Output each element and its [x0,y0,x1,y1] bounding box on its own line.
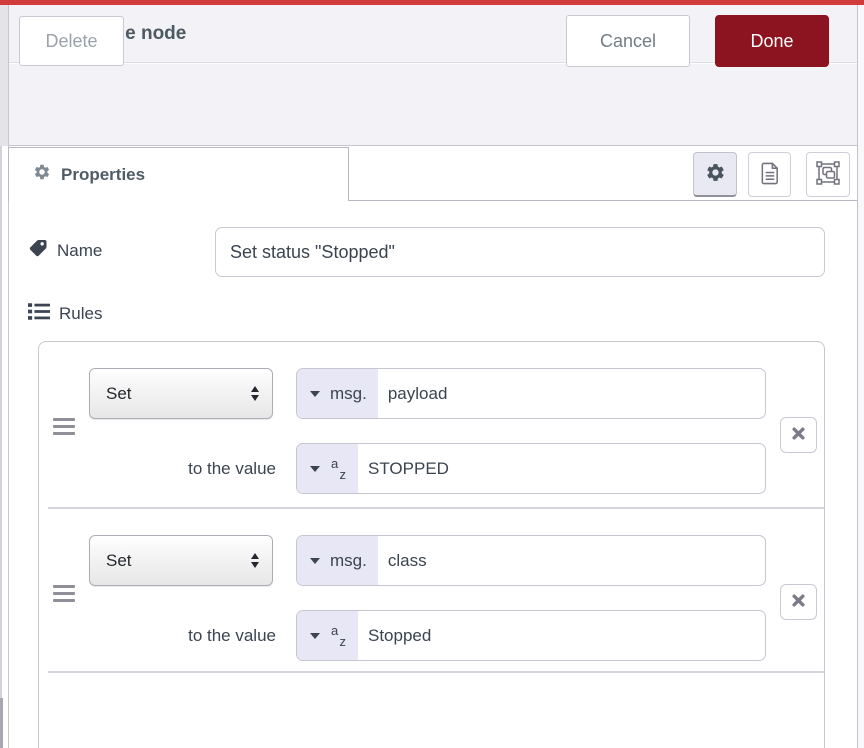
rules-label-text: Rules [59,304,102,324]
left-edge-strip [0,5,8,146]
value-typed-input: az [296,610,766,661]
property-typed-input: msg. [296,535,766,586]
property-prefix-label: msg. [330,551,367,571]
done-button[interactable]: Done [715,15,829,67]
rules-section-label: Rules [28,302,102,326]
workspace-edge-line [0,146,2,748]
property-input[interactable] [378,536,765,585]
property-prefix-label: msg. [330,384,367,404]
close-icon [792,594,805,610]
rule-action-select[interactable]: Set [89,368,273,419]
delete-button[interactable]: Delete [19,16,124,66]
edit-change-node-dialog: Edit change node Delete Cancel Done Prop… [0,0,864,748]
property-type-button[interactable]: msg. [297,536,378,585]
string-type-icon: az [330,455,347,483]
chevron-down-icon [310,466,320,472]
to-the-value-label: to the value [96,443,276,494]
select-arrows-icon [251,549,259,572]
rule-row: Set msg. to the value az [39,509,824,673]
property-type-button[interactable]: msg. [297,369,378,418]
rules-list: Set msg. to the value az [38,341,825,748]
rule-action-value: Set [106,384,132,404]
name-label-text: Name [57,241,102,261]
remove-rule-button[interactable] [780,417,817,453]
scrollbar-fragment [0,698,3,748]
chevron-down-icon [310,633,320,639]
rule-action-select[interactable]: Set [89,535,273,586]
name-field-label: Name [28,238,102,263]
property-input[interactable] [378,369,765,418]
rule-row: Set msg. to the value az [39,342,824,509]
tab-properties-label: Properties [61,165,145,185]
value-input[interactable] [358,611,765,660]
dialog-right-border [857,5,858,748]
dialog-button-row [9,64,857,146]
select-arrows-icon [251,382,259,405]
document-icon [760,162,780,188]
tab-row-border [349,200,857,201]
appearance-view-button[interactable] [806,152,850,197]
rule-action-value: Set [106,551,132,571]
drag-handle[interactable] [53,418,77,439]
value-type-button[interactable]: az [297,611,358,660]
properties-view-button[interactable] [693,152,737,197]
close-icon [792,427,805,443]
group-selection-icon [816,161,840,188]
tag-icon [28,238,48,263]
string-type-icon: az [330,622,347,650]
name-input[interactable] [215,227,825,277]
to-the-value-label: to the value [96,610,276,661]
gear-icon [33,163,51,186]
gear-icon [705,162,726,186]
drag-handle[interactable] [53,585,77,606]
right-gutter [858,5,864,748]
remove-rule-button[interactable] [780,584,817,620]
property-typed-input: msg. [296,368,766,419]
chevron-down-icon [310,391,320,397]
value-type-button[interactable]: az [297,444,358,493]
list-icon [28,302,50,326]
tab-properties[interactable]: Properties [8,147,349,201]
value-typed-input: az [296,443,766,494]
value-input[interactable] [358,444,765,493]
chevron-down-icon [310,558,320,564]
description-view-button[interactable] [748,152,791,197]
cancel-button[interactable]: Cancel [566,15,690,67]
rule-separator [48,671,824,673]
